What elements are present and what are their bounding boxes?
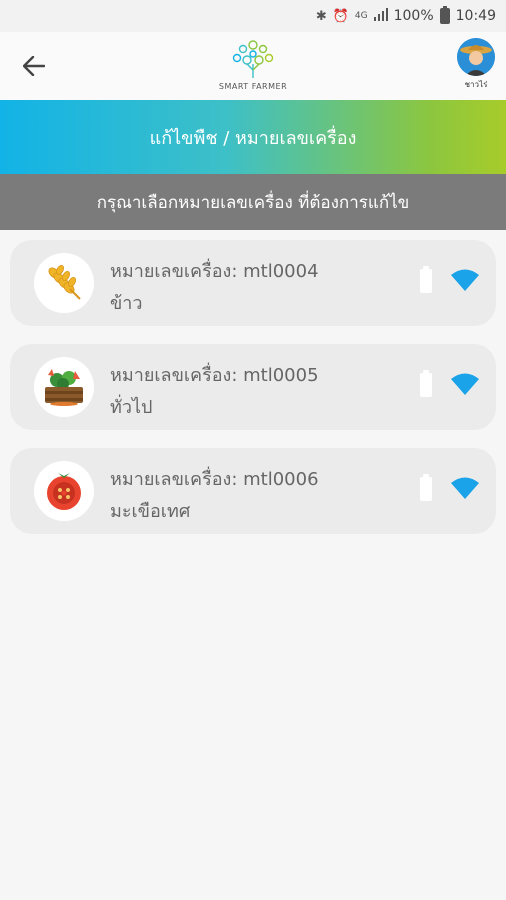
vegetable-crate-icon [34, 357, 94, 417]
battery-icon [420, 266, 432, 293]
battery-icon [420, 474, 432, 501]
arrow-left-icon [23, 56, 45, 76]
status-bar: ✱ ⏰ 4G 100% 10:49 [0, 0, 506, 32]
avatar[interactable] [457, 38, 495, 76]
back-button[interactable] [18, 50, 50, 82]
battery-percent: 100% [393, 8, 434, 24]
profile[interactable]: ชาวไร่ [456, 38, 496, 91]
device-list: หมายเลขเครื่อง: mtl0004 ข้าว หมายเลขเครื… [0, 230, 506, 534]
device-number: หมายเลขเครื่อง: mtl0005 [110, 365, 319, 386]
device-card[interactable]: หมายเลขเครื่อง: mtl0004 ข้าว [10, 240, 496, 326]
wifi-icon [451, 477, 479, 499]
bluetooth-icon: ✱ [315, 8, 327, 24]
instruction-band: กรุณาเลือกหมายเลขเครื่อง ที่ต้องการแก้ไข [0, 174, 506, 230]
battery-icon [439, 6, 450, 24]
network-type-icon: 4G [354, 11, 368, 21]
signal-icon [373, 7, 388, 25]
title-band: แก้ไขพืช / หมายเลขเครื่อง [0, 100, 506, 174]
device-card[interactable]: หมายเลขเครื่อง: mtl0006 มะเขือเทศ [10, 448, 496, 534]
battery-icon [420, 370, 432, 397]
wifi-icon [451, 269, 479, 291]
wifi-icon [451, 373, 479, 395]
device-number: หมายเลขเครื่อง: mtl0006 [110, 469, 319, 490]
status-time: 10:49 [455, 8, 496, 24]
alarm-icon: ⏰ [332, 8, 349, 24]
device-card[interactable]: หมายเลขเครื่อง: mtl0005 ทั่วไป [10, 344, 496, 430]
logo-text: SMART FARMER [218, 82, 288, 91]
crop-name: มะเขือเทศ [110, 501, 191, 522]
tree-network-icon [232, 40, 274, 78]
avatar-label: ชาวไร่ [464, 80, 488, 89]
instruction-text: กรุณาเลือกหมายเลขเครื่อง ที่ต้องการแก้ไข [96, 192, 410, 213]
farmer-avatar-icon [457, 38, 495, 76]
crop-name: ทั่วไป [110, 397, 153, 418]
device-number: หมายเลขเครื่อง: mtl0004 [110, 261, 319, 282]
smart-farmer-logo: SMART FARMER [208, 38, 298, 96]
app-header: SMART FARMER ชาวไร่ [0, 32, 506, 100]
tomato-icon [34, 461, 94, 521]
crop-name: ข้าว [110, 293, 143, 314]
wheat-icon [34, 253, 94, 313]
page-title: แก้ไขพืช / หมายเลขเครื่อง [149, 127, 357, 149]
